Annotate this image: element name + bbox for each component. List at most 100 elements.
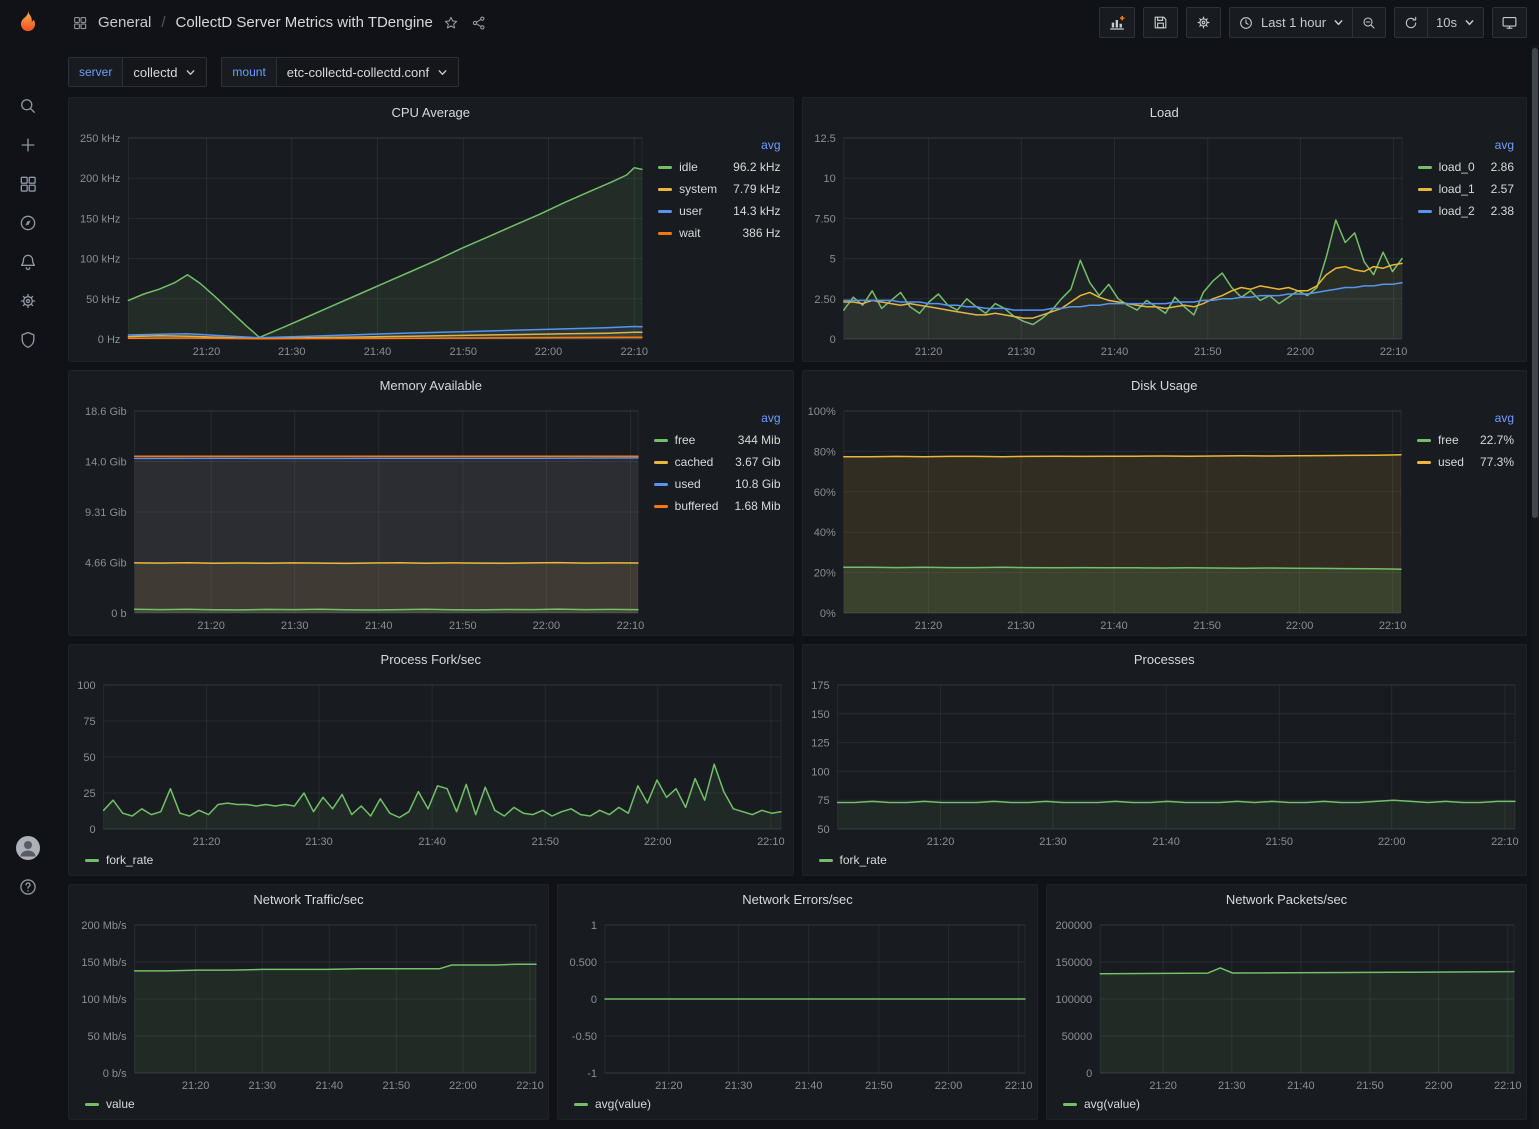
variable-value-dropdown[interactable]: collectd <box>123 58 206 86</box>
grafana-logo[interactable] <box>0 0 56 46</box>
legend-item-buffered[interactable]: buffered <box>654 499 719 513</box>
settings-icon[interactable] <box>8 281 48 320</box>
add-panel-button[interactable] <box>1099 7 1135 38</box>
legend-item-system[interactable]: system <box>658 182 717 196</box>
star-icon[interactable] <box>441 13 461 33</box>
svg-text:150: 150 <box>811 709 829 721</box>
legend-item-user[interactable]: user <box>658 204 717 218</box>
refresh-interval-dropdown[interactable]: 10s <box>1428 7 1484 38</box>
save-dashboard-button[interactable] <box>1143 7 1178 38</box>
grafana-flame-icon <box>14 9 42 37</box>
user-avatar[interactable] <box>8 828 48 867</box>
legend-network-errors: avg(value) <box>558 1095 1037 1119</box>
legend-swatch <box>1418 210 1432 213</box>
scrollbar-thumb[interactable] <box>1532 48 1538 518</box>
chart-process-fork[interactable]: 025507510021:2021:3021:4021:5022:0022:10 <box>69 673 793 851</box>
svg-text:0 Hz: 0 Hz <box>98 334 121 346</box>
variable-label: mount <box>222 58 276 86</box>
legend-value: 3.67 Gib <box>735 455 780 469</box>
panel-title[interactable]: CPU Average <box>69 98 793 126</box>
panel-title[interactable]: Network Traffic/sec <box>69 885 548 913</box>
panel-disk-usage: Disk Usage 0%20%40%60%80%100%21:2021:302… <box>802 370 1528 636</box>
chart-network-errors[interactable]: -1-0.5000.500121:2021:3021:4021:5022:002… <box>558 913 1037 1095</box>
grid-icon[interactable] <box>70 13 90 33</box>
svg-text:150000: 150000 <box>1055 957 1092 969</box>
help-icon[interactable] <box>8 867 48 906</box>
search-icon[interactable] <box>8 86 48 125</box>
chevron-down-icon <box>437 67 448 78</box>
svg-text:21:20: 21:20 <box>182 1080 210 1092</box>
alerting-icon[interactable] <box>8 242 48 281</box>
legend-item-idle[interactable]: idle <box>658 160 717 174</box>
scrollbar-track[interactable] <box>1531 45 1539 1129</box>
svg-text:21:40: 21:40 <box>365 620 393 632</box>
legend-item-load_1[interactable]: load_1 <box>1418 182 1475 196</box>
svg-text:21:40: 21:40 <box>418 836 446 848</box>
dashboard-settings-button[interactable] <box>1186 7 1221 38</box>
svg-text:9.31 Gib: 9.31 Gib <box>85 507 127 519</box>
panel-title[interactable]: Processes <box>803 645 1527 673</box>
legend-item-used[interactable]: used <box>654 477 719 491</box>
legend-item-fork_rate[interactable]: fork_rate <box>819 853 887 867</box>
variable-server[interactable]: server collectd <box>68 57 207 87</box>
panel-title[interactable]: Network Errors/sec <box>558 885 1037 913</box>
time-range-picker[interactable]: Last 1 hour <box>1229 7 1353 38</box>
svg-text:21:40: 21:40 <box>316 1080 344 1092</box>
panel-title[interactable]: Disk Usage <box>803 371 1527 399</box>
chart-svg: 025507510021:2021:3021:4021:5022:0022:10 <box>69 673 793 851</box>
panel-title[interactable]: Process Fork/sec <box>69 645 793 673</box>
svg-text:22:10: 22:10 <box>617 620 645 632</box>
plus-icon[interactable] <box>8 125 48 164</box>
variable-value-dropdown[interactable]: etc-collectd-collectd.conf <box>277 58 458 86</box>
svg-text:21:20: 21:20 <box>926 836 954 848</box>
legend-item-wait[interactable]: wait <box>658 226 717 240</box>
chart-network-packets[interactable]: 05000010000015000020000021:2021:3021:402… <box>1047 913 1526 1095</box>
left-sidebar <box>0 0 56 1129</box>
legend-processes: fork_rate <box>803 851 1527 875</box>
chart-svg: 0 Hz50 kHz100 kHz150 kHz200 kHz250 kHz21… <box>69 126 654 361</box>
panel-title[interactable]: Load <box>803 98 1527 126</box>
panel-network-traffic: Network Traffic/sec 0 b/s50 Mb/s100 Mb/s… <box>68 884 549 1120</box>
chart-cpu-average[interactable]: 0 Hz50 kHz100 kHz150 kHz200 kHz250 kHz21… <box>69 126 654 361</box>
chevron-down-icon <box>1333 17 1344 28</box>
legend-network-traffic: value <box>69 1095 548 1119</box>
zoom-out-button[interactable] <box>1353 7 1386 38</box>
legend-swatch <box>654 483 668 486</box>
chart-svg: 05000010000015000020000021:2021:3021:402… <box>1047 913 1526 1095</box>
save-icon <box>1152 14 1169 31</box>
svg-text:22:00: 22:00 <box>644 836 672 848</box>
svg-text:21:50: 21:50 <box>450 346 478 358</box>
chart-network-traffic[interactable]: 0 b/s50 Mb/s100 Mb/s150 Mb/s200 Mb/s21:2… <box>69 913 548 1095</box>
explore-icon[interactable] <box>8 203 48 242</box>
legend-item-fork_rate[interactable]: fork_rate <box>85 853 153 867</box>
chart-memory-available[interactable]: 0 b4.66 Gib9.31 Gib14.0 Gib18.6 Gib21:20… <box>69 399 650 635</box>
cycle-view-button[interactable] <box>1492 7 1527 38</box>
variable-mount[interactable]: mount etc-collectd-collectd.conf <box>221 57 459 87</box>
refresh-button[interactable] <box>1394 7 1428 38</box>
chart-load[interactable]: 02.5057.501012.521:2021:3021:4021:5022:0… <box>803 126 1414 361</box>
legend-item-avg(value)[interactable]: avg(value) <box>574 1097 651 1111</box>
legend-disk-usage: avgfree22.7%used77.3% <box>1413 399 1526 635</box>
legend-item-value[interactable]: value <box>85 1097 135 1111</box>
shield-icon[interactable] <box>8 320 48 359</box>
legend-item-used[interactable]: used <box>1417 455 1464 469</box>
legend-item-free[interactable]: free <box>1417 433 1464 447</box>
chart-processes[interactable]: 507510012515017521:2021:3021:4021:5022:0… <box>803 673 1527 851</box>
variable-label: server <box>69 58 123 86</box>
variable-value: collectd <box>133 65 177 80</box>
svg-text:22:00: 22:00 <box>1285 620 1313 632</box>
legend-item-avg(value)[interactable]: avg(value) <box>1063 1097 1140 1111</box>
panel-title[interactable]: Memory Available <box>69 371 793 399</box>
dashboard-grid: CPU Average 0 Hz50 kHz100 kHz150 kHz200 … <box>56 97 1539 1120</box>
breadcrumb-folder[interactable]: General <box>98 14 151 31</box>
svg-text:21:40: 21:40 <box>1100 620 1128 632</box>
svg-text:21:20: 21:20 <box>914 620 942 632</box>
legend-item-load_0[interactable]: load_0 <box>1418 160 1475 174</box>
chart-disk-usage[interactable]: 0%20%40%60%80%100%21:2021:3021:4021:5022… <box>803 399 1413 635</box>
share-icon[interactable] <box>469 13 489 33</box>
legend-item-load_2[interactable]: load_2 <box>1418 204 1475 218</box>
legend-item-cached[interactable]: cached <box>654 455 719 469</box>
dashboards-icon[interactable] <box>8 164 48 203</box>
panel-title[interactable]: Network Packets/sec <box>1047 885 1526 913</box>
legend-item-free[interactable]: free <box>654 433 719 447</box>
